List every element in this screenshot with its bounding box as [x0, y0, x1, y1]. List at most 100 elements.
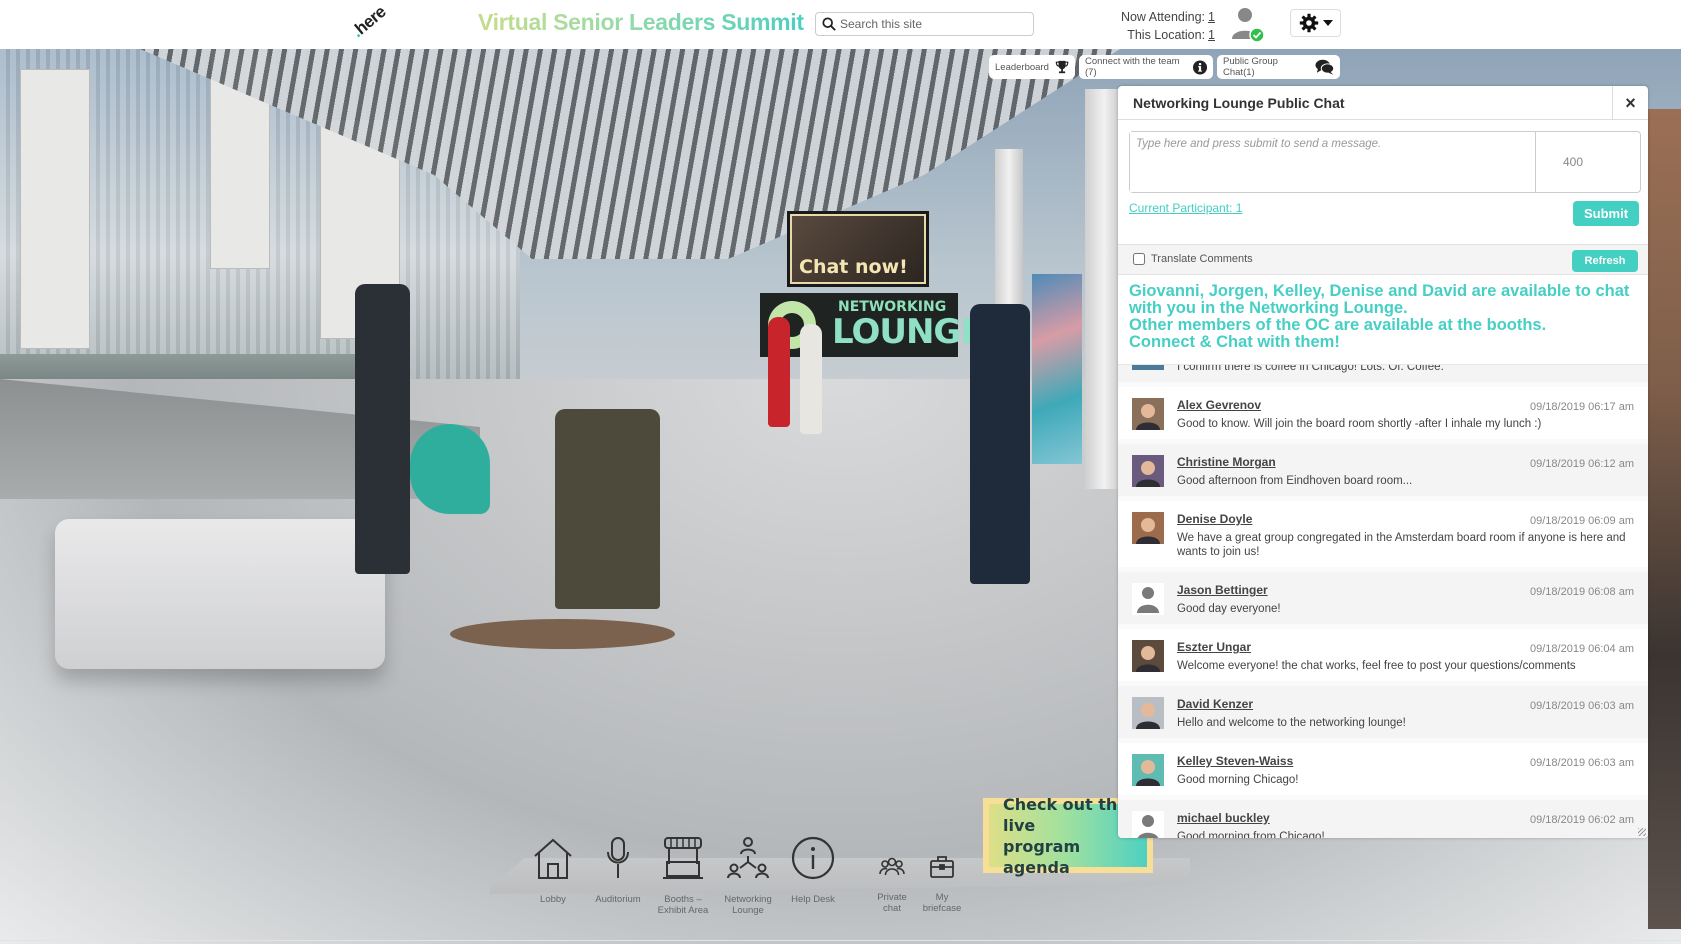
- nav-item-label: Networking Lounge: [724, 894, 772, 916]
- message-timestamp: 09/18/2019 06:03 am: [1530, 757, 1634, 769]
- home-icon: [534, 838, 572, 879]
- nav-item-label: Lobby: [540, 894, 566, 905]
- chat-title: Networking Lounge Public Chat: [1133, 95, 1345, 111]
- message-timestamp: 09/18/2019 06:17 am: [1530, 401, 1634, 413]
- connect-team-label: Connect with the team (7): [1085, 56, 1180, 78]
- message-timestamp: 09/18/2019 06:04 am: [1530, 643, 1634, 655]
- search-input[interactable]: [840, 17, 1020, 31]
- microphone-icon: [607, 837, 629, 878]
- lounge-sign-bottom-text: LOUNGE: [832, 312, 984, 352]
- attendance-stats: Now Attending: 1 This Location: 1: [1110, 8, 1215, 44]
- announcement-line: Other members of the OC are available at…: [1129, 316, 1547, 334]
- message-text: Good to know. Will join the board room s…: [1177, 418, 1542, 430]
- art-wall: [1032, 274, 1082, 464]
- default-avatar-icon: [1132, 583, 1164, 615]
- user-photo-avatar[interactable]: [1132, 697, 1164, 729]
- message-author-link[interactable]: michael buckley: [1177, 811, 1270, 825]
- chat-message-list[interactable]: I confirm there is coffee in Chicago! Lo…: [1118, 364, 1648, 838]
- search-box[interactable]: [815, 12, 1034, 36]
- announcement-line: Giovanni, Jorgen, Kelley, Denise and Dav…: [1129, 282, 1630, 317]
- message-author-link[interactable]: David Kenzer: [1177, 697, 1253, 711]
- translate-comments-toggle[interactable]: Translate Comments: [1133, 253, 1253, 265]
- connect-team-button[interactable]: Connect with the team (7): [1079, 55, 1213, 79]
- message-author-link[interactable]: Christine Morgan: [1177, 455, 1276, 469]
- chair: [410, 424, 490, 514]
- online-status-icon: [1249, 27, 1265, 42]
- message-text: Good afternoon from Eindhoven board room…: [1177, 475, 1413, 487]
- nav-item-label: Booths – Exhibit Area: [657, 894, 709, 916]
- refresh-button[interactable]: Refresh: [1572, 250, 1638, 272]
- message-input[interactable]: [1130, 132, 1535, 192]
- character-count: 400: [1535, 132, 1640, 192]
- avatar-person[interactable]: [768, 317, 790, 427]
- close-icon: ×: [1625, 92, 1636, 113]
- message-author-link[interactable]: Eszter Ungar: [1177, 640, 1251, 654]
- user-photo-avatar[interactable]: [1132, 754, 1164, 786]
- avatar-person[interactable]: [555, 409, 660, 609]
- leaderboard-label: Leaderboard: [995, 61, 1049, 73]
- leaderboard-button[interactable]: Leaderboard: [989, 55, 1075, 79]
- message-text: I confirm there is coffee in Chicago! Lo…: [1177, 364, 1444, 373]
- user-profile-icon[interactable]: [1231, 6, 1265, 42]
- avatar-person[interactable]: [355, 284, 410, 574]
- site-title: Virtual Senior Leaders Summit: [478, 9, 804, 35]
- building: [20, 69, 90, 349]
- nav-item-label: Help Desk: [791, 894, 835, 905]
- chat-now-text: Chat now!: [799, 256, 908, 278]
- user-photo-avatar[interactable]: [1132, 455, 1164, 487]
- background-wall: [1648, 109, 1681, 929]
- gear-icon: [1299, 13, 1318, 33]
- nav-item-label: Auditorium: [595, 894, 641, 905]
- chat-message: Alex Gevrenov 09/18/2019 06:17 am Good to …: [1118, 387, 1648, 444]
- sofa: [55, 519, 385, 669]
- chat-message: Christine Morgan 09/18/2019 06:12 am Good …: [1118, 444, 1648, 501]
- message-author-link[interactable]: Alex Gevrenov: [1177, 398, 1261, 412]
- avatar-person[interactable]: [970, 304, 1030, 584]
- nav-item-help-desk[interactable]: Help Desk: [773, 834, 853, 905]
- message-timestamp: 09/18/2019 06:09 am: [1530, 515, 1634, 527]
- chat-message: Jason Bettinger 09/18/2019 06:08 am Good d…: [1118, 572, 1648, 629]
- chat-message: David Kenzer 09/18/2019 06:03 am Hello and…: [1118, 686, 1648, 743]
- message-author-link[interactable]: Jason Bettinger: [1177, 583, 1268, 597]
- app: Chat now! NETWORKING LOUNGE .here Virtua…: [0, 0, 1681, 944]
- settings-dropdown-button[interactable]: [1290, 9, 1341, 37]
- translate-comments-label: Translate Comments: [1151, 253, 1253, 265]
- message-timestamp: 09/18/2019 06:03 am: [1530, 700, 1634, 712]
- user-photo-avatar[interactable]: [1132, 640, 1164, 672]
- chat-now-sign[interactable]: Chat now!: [787, 211, 929, 287]
- public-group-chat-label: Public Group Chat(1): [1223, 56, 1278, 78]
- message-text: Hello and welcome to the networking loun…: [1177, 717, 1406, 729]
- here-logo[interactable]: .here: [348, 2, 390, 42]
- announcement-line: Connect & Chat with them!: [1129, 333, 1340, 351]
- nav-item-label: My briefcase: [922, 892, 962, 914]
- this-location-label: This Location:: [1127, 28, 1206, 42]
- table: [450, 619, 675, 649]
- search-icon: [822, 17, 836, 31]
- info-icon: [1192, 59, 1207, 75]
- chevron-down-icon: [1322, 20, 1333, 26]
- user-photo-avatar[interactable]: [1132, 512, 1164, 544]
- avatar-person[interactable]: [800, 324, 822, 434]
- nav-item-my-briefcase[interactable]: My briefcase: [902, 853, 982, 914]
- current-participant-link[interactable]: Current Participant: 1: [1129, 201, 1242, 215]
- message-timestamp: 09/18/2019 06:08 am: [1530, 586, 1634, 598]
- divider: [0, 940, 1681, 941]
- now-attending-label: Now Attending:: [1120, 10, 1206, 24]
- resize-handle[interactable]: [1638, 828, 1646, 836]
- this-location-value[interactable]: 1: [1208, 28, 1215, 42]
- message-author-link[interactable]: Denise Doyle: [1177, 512, 1252, 526]
- now-attending-value[interactable]: 1: [1208, 10, 1215, 24]
- info-icon: [791, 836, 835, 880]
- booth-icon: [663, 837, 703, 879]
- public-group-chat-button[interactable]: Public Group Chat(1): [1217, 55, 1340, 79]
- message-author-link[interactable]: Kelley Steven-Waiss: [1177, 754, 1293, 768]
- close-chat-button[interactable]: ×: [1612, 86, 1648, 120]
- network-icon: [727, 837, 769, 879]
- networking-lounge-chat-panel: Networking Lounge Public Chat × 400 Curr…: [1118, 86, 1648, 838]
- user-photo-avatar[interactable]: [1132, 364, 1164, 370]
- user-photo-avatar[interactable]: [1132, 398, 1164, 430]
- submit-button[interactable]: Submit: [1573, 201, 1639, 226]
- translate-comments-checkbox[interactable]: [1133, 253, 1145, 265]
- message-text: Good morning from Chicago!: [1177, 831, 1325, 838]
- default-avatar-icon: [1132, 811, 1164, 838]
